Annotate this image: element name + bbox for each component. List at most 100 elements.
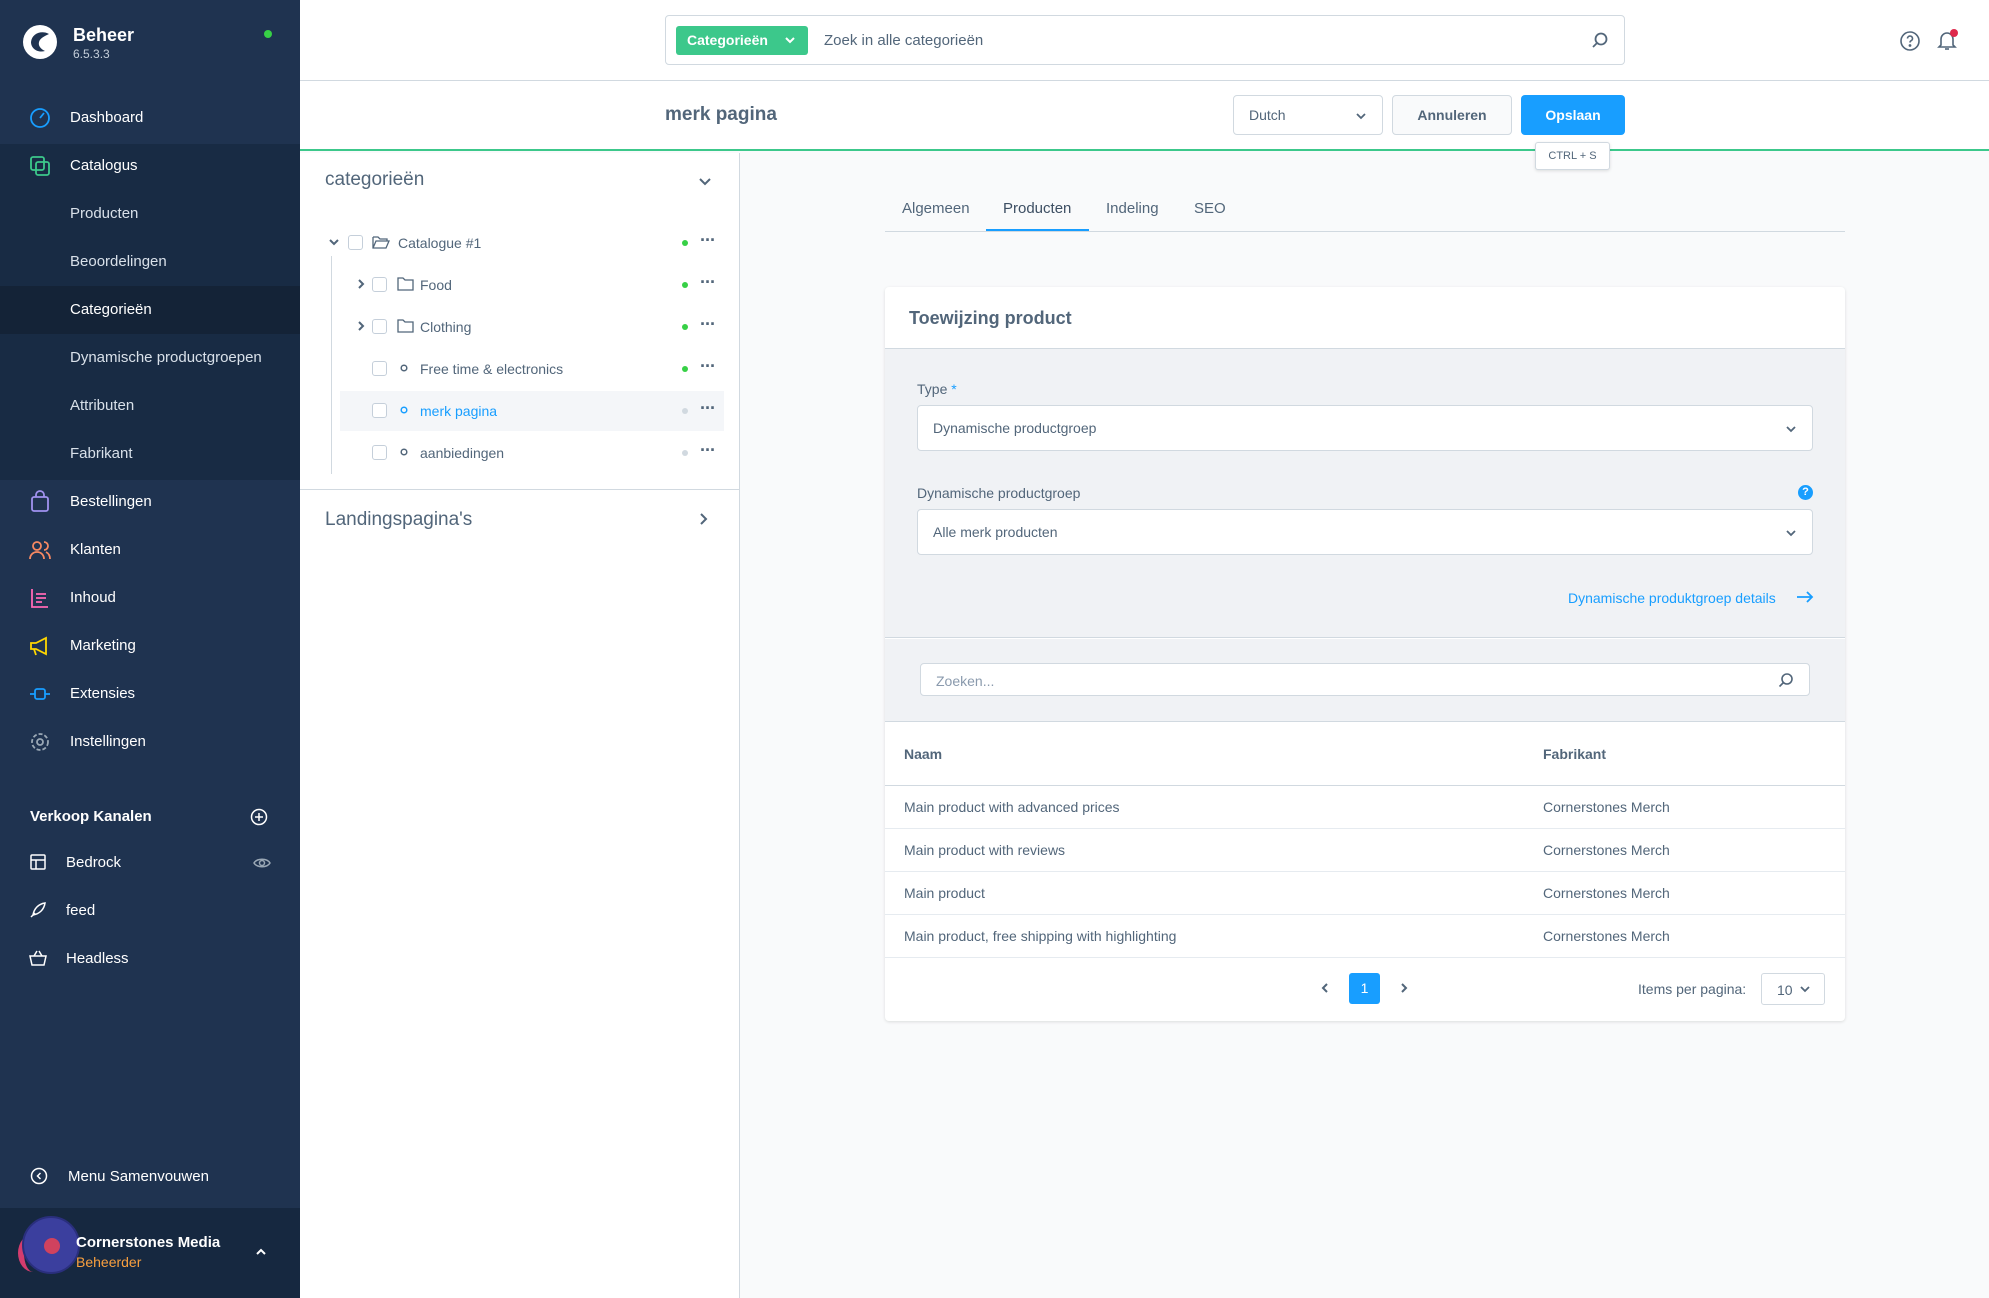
column-header-naam[interactable]: Naam bbox=[904, 746, 942, 762]
sub-item-fabrikant[interactable]: Fabrikant bbox=[0, 430, 300, 478]
status-dot bbox=[682, 450, 688, 456]
save-button[interactable]: Opslaan bbox=[1521, 95, 1625, 135]
sub-item-label: Beoordelingen bbox=[70, 253, 167, 270]
add-sales-channel-icon[interactable] bbox=[250, 808, 268, 826]
sub-item-categorieen[interactable]: Categorieën bbox=[0, 286, 300, 334]
items-per-page-value: 10 bbox=[1777, 982, 1793, 998]
table-cell-name[interactable]: Main product with advanced prices bbox=[904, 799, 1120, 815]
tree-checkbox[interactable] bbox=[348, 235, 363, 250]
tree-item-merk-pagina[interactable]: merk pagina ··· bbox=[340, 391, 724, 431]
chevron-right-icon[interactable] bbox=[355, 278, 367, 290]
nav-item-klanten[interactable]: Klanten bbox=[0, 526, 300, 574]
help-icon[interactable] bbox=[1899, 30, 1921, 52]
app-title: Beheer bbox=[73, 25, 135, 45]
product-search-input[interactable]: Zoeken... bbox=[920, 663, 1810, 696]
tree-checkbox[interactable] bbox=[372, 361, 387, 376]
search-icon[interactable] bbox=[1778, 672, 1794, 688]
search-input[interactable]: Zoek in alle categorieën bbox=[824, 32, 983, 49]
sub-item-label: Dynamische productgroepen bbox=[70, 349, 262, 366]
type-select[interactable]: Dynamische productgroep bbox=[917, 405, 1813, 451]
sub-item-dynamische-productgroepen[interactable]: Dynamische productgroepen bbox=[0, 334, 300, 382]
items-per-page-select[interactable]: 10 bbox=[1761, 973, 1825, 1005]
active-tab-indicator bbox=[986, 229, 1089, 231]
column-header-fabrikant[interactable]: Fabrikant bbox=[1543, 746, 1606, 762]
tab-producten[interactable]: Producten bbox=[1003, 200, 1071, 217]
sales-channel-bedrock[interactable]: Bedrock bbox=[0, 841, 300, 885]
table-cell-name[interactable]: Main product, free shipping with highlig… bbox=[904, 928, 1176, 944]
eye-icon[interactable] bbox=[253, 854, 271, 872]
sub-item-attributen[interactable]: Attributen bbox=[0, 382, 300, 430]
more-options-icon[interactable]: ··· bbox=[700, 356, 716, 377]
nav-label: Dashboard bbox=[70, 109, 144, 126]
collapse-menu-button[interactable]: Menu Samenvouwen bbox=[0, 1158, 300, 1194]
tree-item-free-time-electronics[interactable]: Free time & electronics ··· bbox=[340, 349, 724, 389]
channel-label: Headless bbox=[66, 950, 129, 967]
tab-indeling[interactable]: Indeling bbox=[1106, 200, 1159, 217]
status-dot bbox=[682, 240, 688, 246]
required-mark: * bbox=[951, 381, 957, 397]
tree-checkbox[interactable] bbox=[372, 277, 387, 292]
help-icon[interactable]: ? bbox=[1798, 485, 1813, 500]
status-dot bbox=[682, 324, 688, 330]
row-divider bbox=[885, 914, 1845, 915]
arrow-right-icon[interactable] bbox=[1795, 589, 1815, 605]
chevron-right-icon[interactable] bbox=[1397, 981, 1411, 995]
nav-item-catalogus[interactable]: Catalogus bbox=[0, 142, 300, 190]
gear-icon bbox=[31, 733, 49, 751]
nav-item-inhoud[interactable]: Inhoud bbox=[0, 574, 300, 622]
tree-checkbox[interactable] bbox=[372, 403, 387, 418]
page-title: merk pagina bbox=[665, 104, 777, 125]
nav-item-bestellingen[interactable]: Bestellingen bbox=[0, 478, 300, 526]
tree-checkbox[interactable] bbox=[372, 445, 387, 460]
sub-item-label: Categorieën bbox=[70, 301, 152, 318]
tree-item-food[interactable]: Food ··· bbox=[340, 265, 724, 305]
more-options-icon[interactable]: ··· bbox=[700, 398, 716, 419]
chevron-down-icon[interactable] bbox=[328, 236, 340, 248]
nav-item-dashboard[interactable]: Dashboard bbox=[0, 94, 300, 142]
search-icon[interactable] bbox=[1591, 31, 1609, 49]
sales-channel-feed[interactable]: feed bbox=[0, 889, 300, 933]
chevron-up-icon[interactable] bbox=[254, 1245, 268, 1259]
tree-item-label: Catalogue #1 bbox=[398, 235, 482, 251]
page-button-current[interactable]: 1 bbox=[1349, 973, 1380, 1004]
group-field-label: Dynamische productgroep bbox=[917, 485, 1081, 501]
product-group-details-link[interactable]: Dynamische produktgroep details bbox=[1568, 590, 1776, 606]
landing-pages-title[interactable]: Landingspagina's bbox=[325, 509, 472, 531]
sales-channel-headless[interactable]: Headless bbox=[0, 937, 300, 981]
tree-checkbox[interactable] bbox=[372, 319, 387, 334]
tree-item-label: aanbiedingen bbox=[420, 445, 505, 461]
chevron-down-icon bbox=[1800, 986, 1810, 993]
sub-item-producten[interactable]: Producten bbox=[0, 190, 300, 238]
nav-item-marketing[interactable]: Marketing bbox=[0, 622, 300, 670]
tree-item-clothing[interactable]: Clothing ··· bbox=[340, 307, 724, 347]
tab-algemeen[interactable]: Algemeen bbox=[902, 200, 970, 217]
tree-item-label: merk pagina bbox=[420, 403, 498, 419]
tree-item-aanbiedingen[interactable]: aanbiedingen ··· bbox=[340, 433, 724, 473]
language-select[interactable]: Dutch bbox=[1233, 95, 1383, 135]
cancel-button[interactable]: Annuleren bbox=[1392, 95, 1512, 135]
avatar-dot bbox=[44, 1238, 60, 1254]
shopping-bag-icon bbox=[31, 490, 49, 512]
global-search[interactable] bbox=[665, 15, 1625, 65]
chevron-right-icon[interactable] bbox=[355, 320, 367, 332]
avatar[interactable] bbox=[22, 1216, 80, 1274]
product-group-select[interactable]: Alle merk producten bbox=[917, 509, 1813, 555]
nav-item-extensies[interactable]: Extensies bbox=[0, 670, 300, 718]
more-options-icon[interactable]: ··· bbox=[700, 440, 716, 461]
more-options-icon[interactable]: ··· bbox=[700, 230, 716, 251]
search-type-dropdown[interactable]: Categorieën bbox=[676, 26, 808, 55]
more-options-icon[interactable]: ··· bbox=[700, 272, 716, 293]
nav-item-instellingen[interactable]: Instellingen bbox=[0, 718, 300, 766]
more-options-icon[interactable]: ··· bbox=[700, 314, 716, 335]
chevron-down-icon[interactable] bbox=[697, 173, 713, 189]
table-cell-name[interactable]: Main product bbox=[904, 885, 985, 901]
tree-item-catalogue-1[interactable]: Catalogue #1 ··· bbox=[329, 223, 724, 263]
chevron-right-icon[interactable] bbox=[695, 511, 711, 527]
brand-header[interactable]: Beheer 6.5.3.3 bbox=[0, 0, 300, 84]
sub-item-beoordelingen[interactable]: Beoordelingen bbox=[0, 238, 300, 286]
chevron-left-icon[interactable] bbox=[1318, 981, 1332, 995]
tab-seo[interactable]: SEO bbox=[1194, 200, 1226, 217]
table-cell-manufacturer: Cornerstones Merch bbox=[1543, 928, 1670, 944]
table-header-divider bbox=[885, 785, 1845, 786]
table-cell-name[interactable]: Main product with reviews bbox=[904, 842, 1065, 858]
